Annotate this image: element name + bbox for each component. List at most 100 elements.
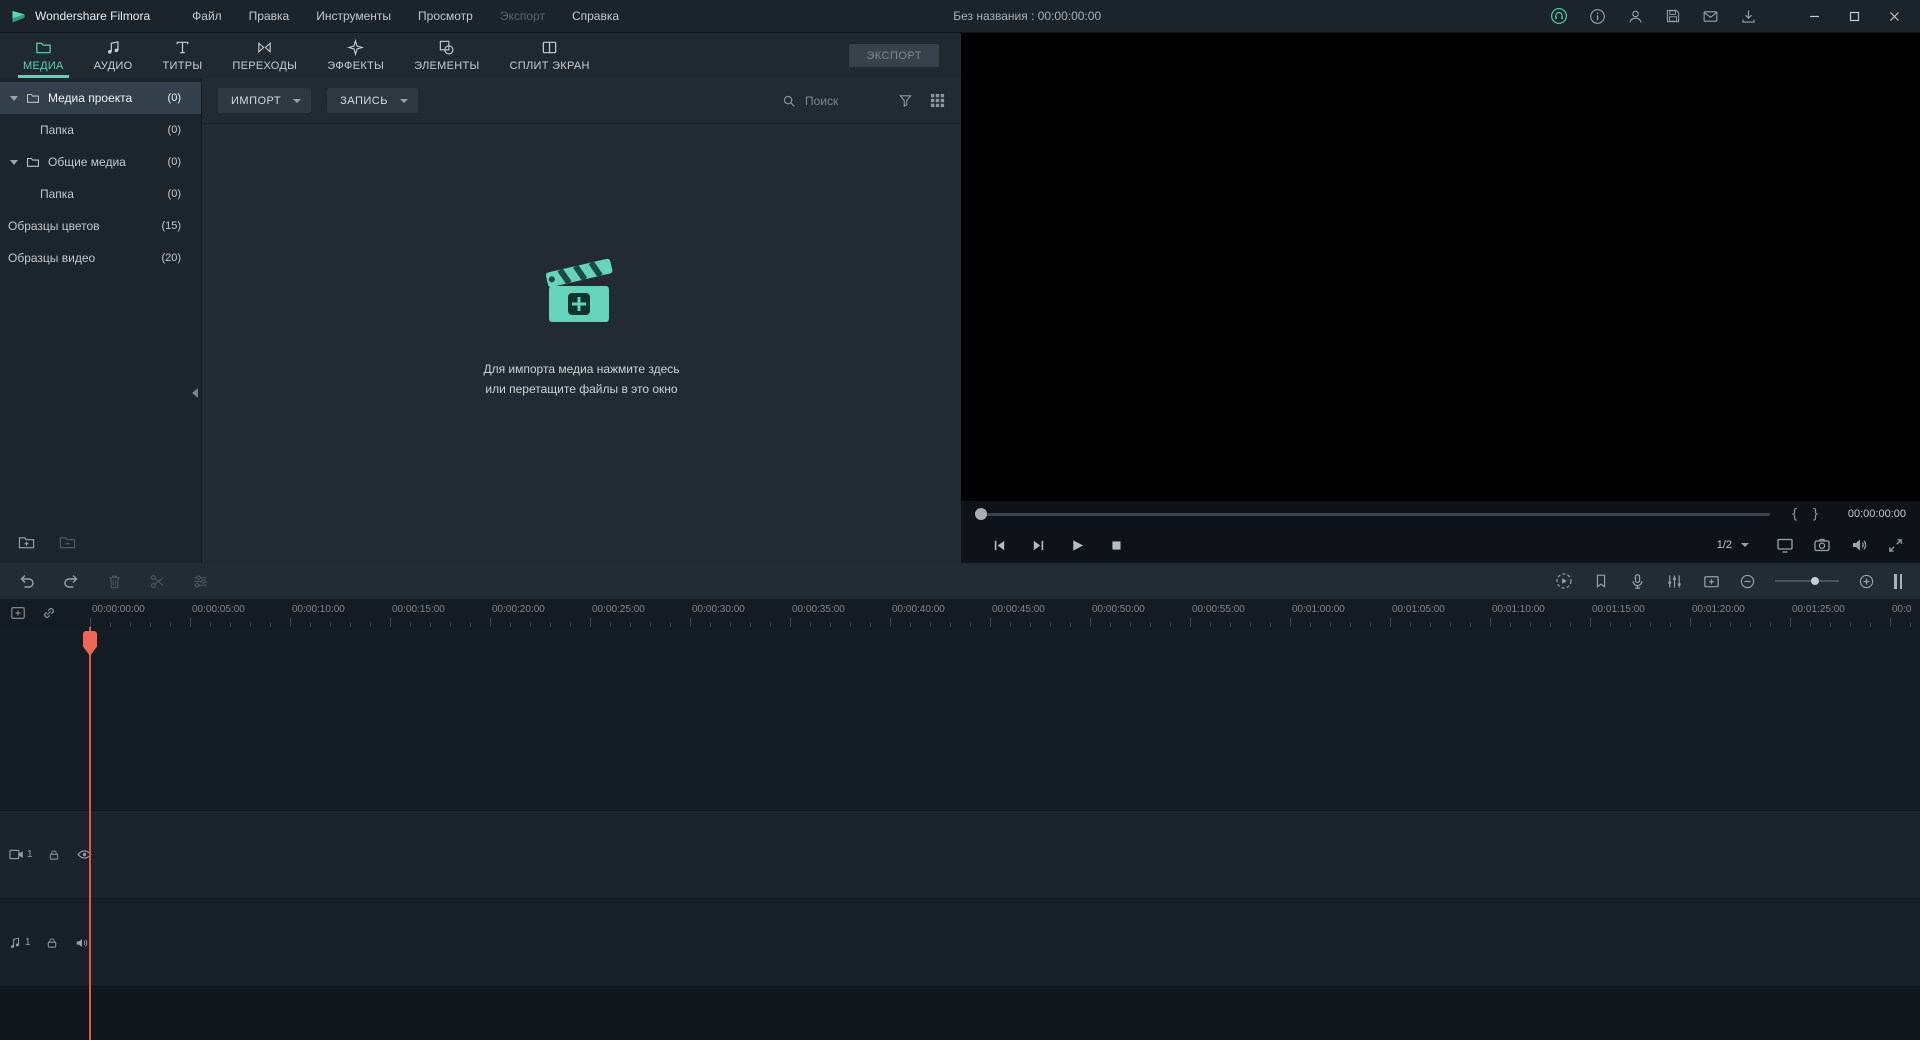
import-media-dropzone[interactable]: Для импорта медиа нажмите здесь или пере…: [202, 246, 961, 400]
close-button[interactable]: [1874, 0, 1914, 33]
add-to-screen-button[interactable]: [1703, 573, 1720, 590]
lock-icon[interactable]: [48, 849, 60, 861]
seek-handle[interactable]: [975, 508, 987, 520]
sidebar-item-count: (0): [167, 156, 181, 168]
project-title: Без названия : 00:00:00:00: [953, 9, 1102, 23]
ruler-tick-label: 00:01:10:00: [1492, 604, 1545, 615]
preview-seek-bar[interactable]: [975, 507, 1770, 521]
tab-label: ТИТРЫ: [162, 60, 203, 72]
sidebar-item-folder-2[interactable]: Папка (0): [0, 178, 201, 210]
caret-down-icon[interactable]: [10, 95, 18, 101]
mark-out-icon[interactable]: }: [1809, 507, 1822, 522]
account-icon[interactable]: [1627, 8, 1644, 25]
support-headset-icon[interactable]: [1550, 7, 1568, 25]
voiceover-mic-button[interactable]: [1629, 573, 1646, 590]
delete-folder-icon[interactable]: [59, 534, 76, 551]
zoom-in-button[interactable]: [1859, 574, 1874, 589]
sidebar-item-project-media[interactable]: Медиа проекта (0): [0, 82, 201, 114]
timeline-empty-area[interactable]: [0, 627, 1920, 810]
audio-mixer-button[interactable]: [1666, 573, 1683, 590]
play-button[interactable]: [1065, 533, 1089, 557]
collapse-sidebar-arrow-icon[interactable]: [192, 388, 198, 398]
sidebar-item-color-samples[interactable]: Образцы цветов (15): [0, 210, 201, 242]
adjust-properties-button[interactable]: [192, 573, 209, 590]
tab-label: СПЛИТ ЭКРАН: [509, 60, 590, 72]
previous-frame-button[interactable]: [987, 533, 1011, 557]
download-icon[interactable]: [1740, 8, 1757, 25]
lock-icon[interactable]: [46, 937, 58, 949]
preview-zoom-select[interactable]: 1/2: [1717, 539, 1749, 551]
video-track[interactable]: 1: [0, 810, 1920, 898]
save-icon[interactable]: [1665, 8, 1681, 24]
new-folder-icon[interactable]: [18, 534, 35, 551]
tab-effects[interactable]: ЭФФЕКТЫ: [312, 33, 399, 78]
ruler-tick-label: 00:01:25:00: [1792, 604, 1845, 615]
tab-elements[interactable]: ЭЛЕМЕНТЫ: [399, 33, 494, 78]
undo-button[interactable]: [18, 572, 36, 590]
minimize-button[interactable]: [1794, 0, 1834, 33]
snapshot-camera-icon[interactable]: [1813, 536, 1831, 554]
record-button[interactable]: ЗАПИСЬ: [327, 88, 418, 113]
timeline-zoom-slider[interactable]: [1775, 575, 1839, 587]
menu-edit[interactable]: Правка: [249, 9, 290, 23]
menu-tools[interactable]: Инструменты: [316, 9, 391, 23]
sidebar-item-video-samples[interactable]: Образцы видео (20): [0, 242, 201, 274]
sidebar-item-label: Образцы видео: [8, 251, 96, 265]
ruler-tick-label: 00:00:00:00: [92, 604, 145, 615]
zoom-to-fit-icon[interactable]: [1894, 573, 1902, 589]
timeline-ruler[interactable]: 00:00:00:00 00:00:05:00 00:00:10:00 00:00:1…: [90, 599, 1920, 627]
search-box[interactable]: [782, 92, 881, 109]
maximize-button[interactable]: [1834, 0, 1874, 33]
delete-button[interactable]: [106, 573, 123, 590]
chevron-down-icon: [1741, 543, 1749, 547]
timeline-ruler-row: 00:00:00:00 00:00:05:00 00:00:10:00 00:00:1…: [0, 599, 1920, 627]
sidebar-item-folder-1[interactable]: Папка (0): [0, 114, 201, 146]
stop-button[interactable]: [1104, 533, 1128, 557]
mark-in-icon[interactable]: {: [1788, 507, 1801, 522]
tab-audio[interactable]: АУДИО: [79, 33, 148, 78]
timeline-bottom-filler: [0, 986, 1920, 1040]
sidebar-item-shared-media[interactable]: Общие медиа (0): [0, 146, 201, 178]
volume-icon[interactable]: [1850, 536, 1868, 554]
detach-monitor-icon[interactable]: [1776, 536, 1794, 554]
import-button[interactable]: ИМПОРТ: [218, 88, 312, 113]
tab-transitions[interactable]: ПЕРЕХОДЫ: [217, 33, 312, 78]
preview-panel: { } 00:00:00:00 1/2: [961, 33, 1920, 563]
ruler-tick-label: 00:00:30:00: [692, 604, 745, 615]
search-input[interactable]: [803, 92, 881, 109]
export-button[interactable]: ЭКСПОРТ: [849, 44, 939, 67]
split-scissors-button[interactable]: [149, 573, 166, 590]
tab-titles[interactable]: ТИТРЫ: [147, 33, 217, 78]
redo-button[interactable]: [62, 572, 80, 590]
menu-file[interactable]: Файл: [192, 9, 222, 23]
sidebar-item-count: (15): [161, 220, 181, 232]
menu-view[interactable]: Просмотр: [418, 9, 473, 23]
menu-export[interactable]: Экспорт: [500, 9, 545, 23]
marker-button[interactable]: [1593, 573, 1609, 589]
caret-down-icon[interactable]: [10, 159, 18, 165]
record-button-label: ЗАПИСЬ: [340, 94, 388, 107]
mail-icon[interactable]: [1702, 8, 1719, 25]
sidebar-item-label: Медиа проекта: [48, 91, 133, 105]
tab-split-screen[interactable]: СПЛИТ ЭКРАН: [495, 33, 605, 78]
preview-timecode: 00:00:00:00: [1847, 508, 1906, 520]
filter-icon[interactable]: [898, 93, 913, 108]
chevron-down-icon: [293, 98, 302, 103]
render-preview-button[interactable]: [1555, 572, 1573, 590]
menu-help[interactable]: Справка: [572, 9, 619, 23]
music-note-icon: [105, 39, 122, 56]
next-frame-button[interactable]: [1026, 533, 1050, 557]
audio-track[interactable]: 1: [0, 898, 1920, 986]
playhead[interactable]: [83, 627, 97, 1040]
ruler-tick-label: 00:0: [1892, 604, 1912, 615]
tab-media[interactable]: МЕДИА: [8, 33, 79, 78]
mute-speaker-icon[interactable]: [75, 936, 89, 950]
link-clips-icon[interactable]: [41, 605, 57, 621]
manage-tracks-icon[interactable]: [10, 605, 26, 621]
zoom-slider-knob[interactable]: [1810, 577, 1819, 585]
fullscreen-icon[interactable]: [1887, 537, 1904, 554]
info-icon[interactable]: [1589, 8, 1606, 25]
grid-view-icon[interactable]: [930, 93, 945, 108]
zoom-slider-track: [1775, 580, 1839, 582]
zoom-out-button[interactable]: [1740, 574, 1755, 589]
